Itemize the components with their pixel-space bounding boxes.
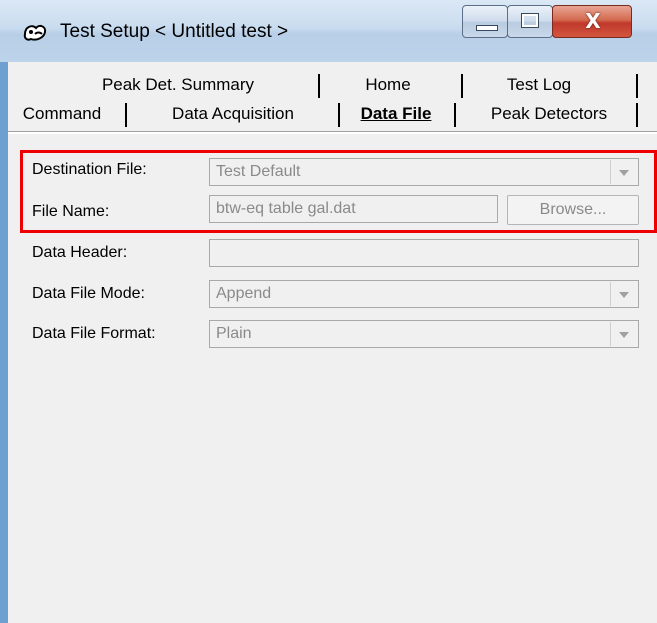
close-button[interactable]: X (552, 5, 632, 38)
chevron-down-icon[interactable] (610, 322, 637, 346)
data-file-mode-select[interactable]: Append (209, 280, 639, 308)
app-icon (23, 24, 47, 41)
tab-divider (8, 131, 657, 134)
tab-separator (461, 74, 463, 98)
tab-separator (338, 103, 340, 127)
tab-data-file[interactable]: Data File (346, 100, 446, 128)
tab-data-acquisition[interactable]: Data Acquisition (134, 100, 332, 128)
highlight-box (20, 150, 657, 233)
data-file-format-label: Data File Format: (32, 325, 156, 342)
tab-separator (636, 74, 638, 98)
data-file-format-value: Plain (216, 325, 252, 342)
window-title: Test Setup < Untitled test > (60, 21, 289, 42)
chevron-down-icon[interactable] (610, 282, 637, 306)
data-file-format-select[interactable]: Plain (209, 320, 639, 348)
tab-test-log[interactable]: Test Log (484, 71, 594, 99)
title-bar[interactable]: Test Setup < Untitled test > X (0, 0, 657, 62)
tab-separator (454, 103, 456, 127)
test-setup-window: Test Setup < Untitled test > X Peak Det.… (0, 0, 657, 623)
tab-home[interactable]: Home (348, 71, 428, 99)
tab-peak-detectors[interactable]: Peak Detectors (464, 100, 634, 128)
caption-buttons: X (462, 5, 655, 40)
minimize-icon (476, 25, 498, 31)
data-file-mode-label: Data File Mode: (32, 285, 145, 302)
tab-peak-det-summary[interactable]: Peak Det. Summary (78, 71, 278, 99)
tab-separator (125, 103, 127, 127)
maximize-button[interactable] (507, 5, 553, 38)
minimize-button[interactable] (462, 5, 508, 38)
tab-command[interactable]: Command (12, 100, 112, 128)
close-icon: X (585, 9, 601, 33)
data-file-mode-value: Append (216, 285, 272, 302)
client-area: Peak Det. Summary Home Test Log Command … (8, 62, 657, 623)
data-header-label: Data Header: (32, 244, 128, 261)
maximize-icon (521, 13, 539, 28)
data-header-input[interactable] (209, 239, 639, 267)
tab-separator (636, 103, 638, 127)
tab-separator (318, 74, 320, 98)
